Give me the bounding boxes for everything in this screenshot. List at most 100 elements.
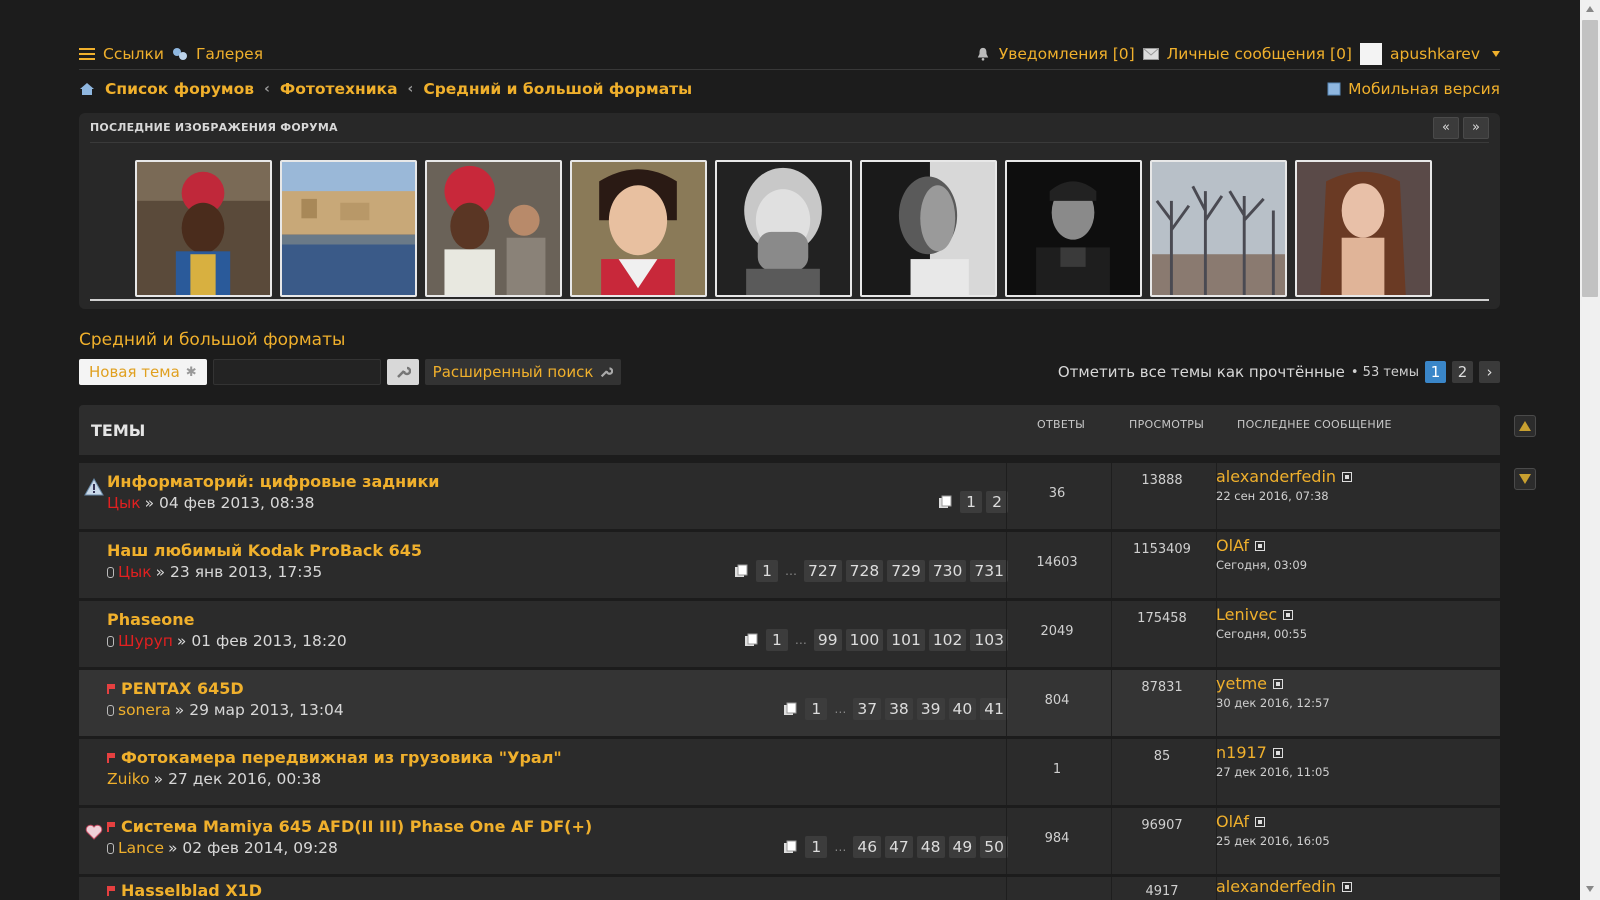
reply-count: 36	[1048, 486, 1066, 501]
breadcrumb-forum-index[interactable]: Список форумов	[105, 80, 254, 98]
scroll-down-arrow-icon[interactable]	[1586, 886, 1594, 892]
topic-title[interactable]: Phaseone	[107, 610, 195, 629]
gallery-thumbnail[interactable]	[860, 160, 997, 297]
last-post-user[interactable]: OlAf	[1216, 812, 1249, 831]
goto-last-post-icon[interactable]	[1255, 816, 1266, 827]
topic-author[interactable]: sonera	[118, 701, 171, 719]
topic-page-button[interactable]: 729	[887, 560, 925, 582]
topic-page-button[interactable]: 49	[948, 836, 977, 858]
avatar[interactable]	[1359, 42, 1382, 65]
gallery-thumbnail[interactable]	[280, 160, 417, 297]
scroll-top-button[interactable]	[1514, 415, 1536, 437]
gallery-thumbnail[interactable]	[1295, 160, 1432, 297]
goto-last-post-icon[interactable]	[1272, 747, 1283, 758]
last-post-user[interactable]: n1917	[1216, 743, 1267, 762]
gallery-thumbnail[interactable]	[715, 160, 852, 297]
gallery-thumbnail[interactable]	[1150, 160, 1287, 297]
goto-last-post-icon[interactable]	[1255, 540, 1266, 551]
page-2-button[interactable]: 2	[1452, 361, 1473, 383]
topic-title[interactable]: PENTAX 645D	[121, 679, 244, 698]
next-page-button[interactable]: ›	[1479, 361, 1500, 383]
chevron-down-icon[interactable]	[1492, 50, 1500, 57]
topic-title[interactable]: Информаторий: цифровые задники	[107, 472, 440, 491]
topic-page-button[interactable]: 1	[805, 698, 828, 720]
topic-page-button[interactable]: 99	[813, 629, 842, 651]
view-count: 4917	[1145, 884, 1179, 899]
gallery-thumbnail[interactable]	[1005, 160, 1142, 297]
scroll-up-arrow-icon[interactable]	[1586, 6, 1594, 12]
topic-page-button[interactable]: 40	[948, 698, 977, 720]
topic-pagination: 1 … 99 100 101 102 103	[744, 629, 1008, 651]
links-menu[interactable]: Ссылки	[103, 45, 164, 63]
gallery-thumbnail[interactable]	[135, 160, 272, 297]
gallery-prev-button[interactable]: «	[1433, 116, 1459, 139]
search-button[interactable]	[386, 359, 419, 385]
topic-page-button[interactable]: 1	[765, 629, 788, 651]
goto-last-post-icon[interactable]	[1342, 471, 1353, 482]
goto-last-post-icon[interactable]	[1273, 678, 1284, 689]
forum-actions-bar: Новая тема ✱ Расширенный поиск Отметить …	[79, 358, 1500, 386]
topic-title[interactable]: Фотокамера передвижная из грузовика "Ура…	[121, 748, 562, 767]
topic-page-button[interactable]: 38	[885, 698, 913, 720]
goto-last-post-icon[interactable]	[1283, 609, 1294, 620]
last-post-user[interactable]: yetme	[1216, 674, 1267, 693]
pages-icon	[744, 633, 758, 646]
gallery-next-button[interactable]: »	[1463, 116, 1489, 139]
topic-author[interactable]: Цык	[118, 563, 152, 581]
last-post-user[interactable]: Lenivec	[1216, 605, 1277, 624]
goto-last-post-icon[interactable]	[1342, 881, 1353, 892]
topic-author[interactable]: Шуруп	[118, 632, 173, 650]
advanced-search-button[interactable]: Расширенный поиск	[424, 359, 622, 385]
topic-page-button[interactable]: 47	[885, 836, 913, 858]
topic-author[interactable]: Цык	[107, 494, 141, 512]
search-input[interactable]	[212, 359, 381, 385]
topic-title[interactable]: Система Mamiya 645 AFD(II III) Phase One…	[121, 817, 592, 836]
topic-page-button[interactable]: 46	[853, 836, 882, 858]
topic-page-button[interactable]: 50	[980, 836, 1008, 858]
gallery-link[interactable]: Галерея	[196, 45, 263, 63]
mark-all-read-link[interactable]: Отметить все темы как прочтённые	[1058, 363, 1345, 381]
topic-page-button[interactable]: 41	[980, 698, 1008, 720]
pages-icon	[784, 702, 797, 715]
last-post-user[interactable]: OlAf	[1216, 536, 1249, 555]
forum-title[interactable]: Средний и большой форматы	[79, 330, 1500, 350]
topic-author[interactable]: Zuiko	[107, 770, 150, 788]
menu-icon[interactable]	[79, 47, 95, 60]
topic-title[interactable]: Наш любимый Kodak ProBack 645	[107, 541, 422, 560]
topic-row: Наш любимый Kodak ProBack 645 Цык» 23 ян…	[79, 532, 1500, 598]
page-scrollbar[interactable]	[1580, 0, 1600, 900]
breadcrumb-current-forum[interactable]: Средний и большой форматы	[423, 80, 692, 98]
topic-page-button[interactable]: 39	[916, 698, 945, 720]
topic-page-button[interactable]: 1	[805, 836, 828, 858]
topic-page-button[interactable]: 102	[928, 629, 967, 651]
topic-flag-icon	[107, 752, 115, 763]
col-replies: ОТВЕТЫ	[1037, 418, 1086, 431]
topic-page-button[interactable]: 48	[916, 836, 945, 858]
gallery-thumbnail[interactable]	[570, 160, 707, 297]
topic-page-button[interactable]: 1	[756, 560, 779, 582]
topic-page-button[interactable]: 730	[928, 560, 967, 582]
gallery-thumbnail[interactable]	[425, 160, 562, 297]
topic-page-button[interactable]: 37	[853, 698, 882, 720]
new-topic-button[interactable]: Новая тема ✱	[79, 359, 207, 385]
page-1-button[interactable]: 1	[1425, 361, 1446, 383]
topic-page-button[interactable]: 731	[970, 560, 1008, 582]
scrollbar-thumb[interactable]	[1582, 20, 1598, 297]
private-messages-link[interactable]: Личные сообщения [0]	[1167, 45, 1352, 63]
notifications-link[interactable]: Уведомления [0]	[999, 45, 1135, 63]
scroll-bottom-button[interactable]	[1514, 468, 1536, 490]
topic-page-button[interactable]: 1	[960, 491, 982, 513]
last-post-user[interactable]: alexanderfedin	[1216, 877, 1336, 896]
topic-title[interactable]: Hasselblad X1D	[121, 881, 262, 900]
topic-author[interactable]: Lance	[118, 839, 164, 857]
topic-page-button[interactable]: 100	[845, 629, 884, 651]
username-menu[interactable]: apushkarev	[1390, 45, 1480, 63]
view-count: 1153409	[1133, 542, 1191, 557]
breadcrumb-phototech[interactable]: Фототехника	[280, 80, 398, 98]
topic-page-button[interactable]: 727	[804, 560, 842, 582]
topic-page-button[interactable]: 101	[887, 629, 925, 651]
mobile-version-link[interactable]: Мобильная версия	[1348, 80, 1500, 98]
topic-page-button[interactable]: 103	[970, 629, 1008, 651]
topic-page-button[interactable]: 728	[845, 560, 884, 582]
last-post-user[interactable]: alexanderfedin	[1216, 467, 1336, 486]
